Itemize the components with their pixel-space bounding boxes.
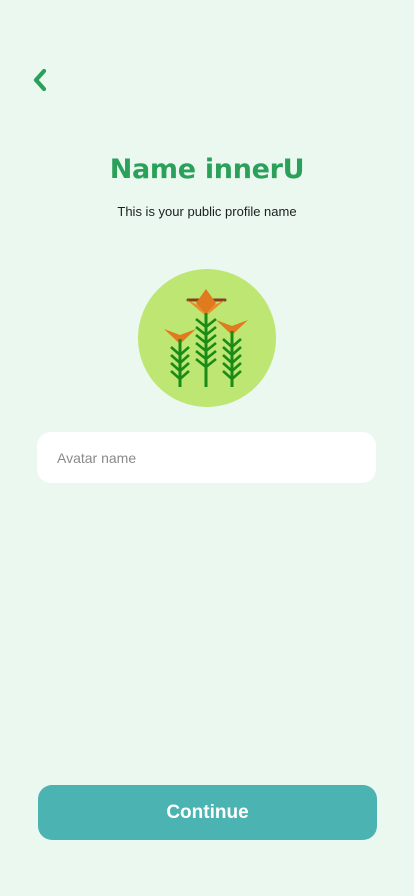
page-title: Name innerU [109,154,305,185]
continue-button[interactable]: Continue [38,785,377,840]
page-subtitle: This is your public profile name [117,204,297,219]
avatar [138,269,276,407]
chevron-left-icon [30,66,50,99]
avatar-name-input[interactable] [37,432,376,483]
back-button[interactable] [22,64,58,100]
wheat-plants-icon [138,269,276,407]
